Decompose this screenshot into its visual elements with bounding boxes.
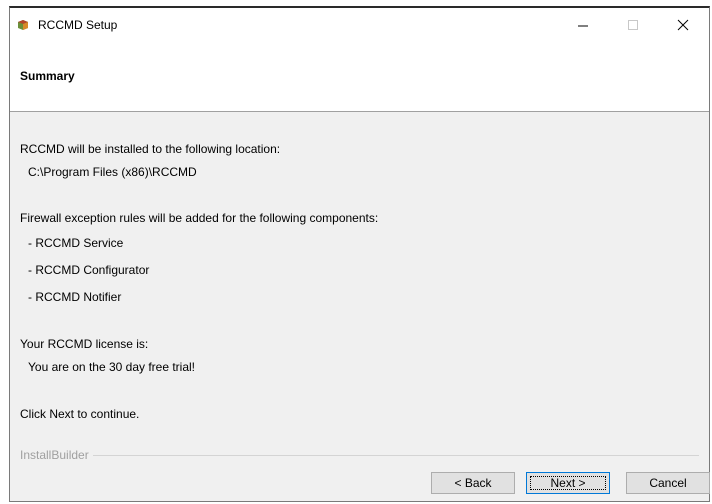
setup-window: RCCMD Setup Summary RCCMD will be instal… bbox=[9, 6, 710, 502]
back-button[interactable]: < Back bbox=[431, 472, 515, 494]
close-button[interactable] bbox=[660, 8, 706, 42]
minimize-button[interactable] bbox=[560, 8, 606, 42]
window-title: RCCMD Setup bbox=[38, 18, 118, 32]
rccmd-app-icon bbox=[16, 19, 30, 31]
page-title: Summary bbox=[20, 69, 75, 83]
cancel-button[interactable]: Cancel bbox=[626, 472, 710, 494]
component-item: - RCCMD Notifier bbox=[28, 290, 122, 304]
install-intro-text: RCCMD will be installed to the following… bbox=[20, 142, 281, 156]
minimize-icon bbox=[578, 25, 588, 27]
maximize-icon bbox=[628, 20, 638, 30]
installbuilder-brand: InstallBuilder bbox=[20, 448, 93, 462]
firewall-intro-text: Firewall exception rules will be added f… bbox=[20, 211, 379, 225]
summary-content: RCCMD will be installed to the following… bbox=[10, 112, 709, 438]
wizard-header: Summary bbox=[10, 42, 709, 112]
license-intro-text: Your RCCMD license is: bbox=[20, 337, 149, 351]
footer-divider bbox=[20, 455, 699, 456]
focus-indicator bbox=[530, 476, 606, 490]
title-bar[interactable]: RCCMD Setup bbox=[10, 8, 709, 42]
license-status-text: You are on the 30 day free trial! bbox=[28, 360, 196, 374]
component-item: - RCCMD Service bbox=[28, 236, 124, 250]
install-path-text: C:\Program Files (x86)\RCCMD bbox=[28, 165, 197, 179]
component-item: - RCCMD Configurator bbox=[28, 263, 150, 277]
maximize-button[interactable] bbox=[610, 8, 656, 42]
next-button[interactable]: Next > bbox=[526, 472, 610, 494]
close-icon bbox=[677, 19, 689, 31]
continue-hint-text: Click Next to continue. bbox=[20, 407, 140, 421]
